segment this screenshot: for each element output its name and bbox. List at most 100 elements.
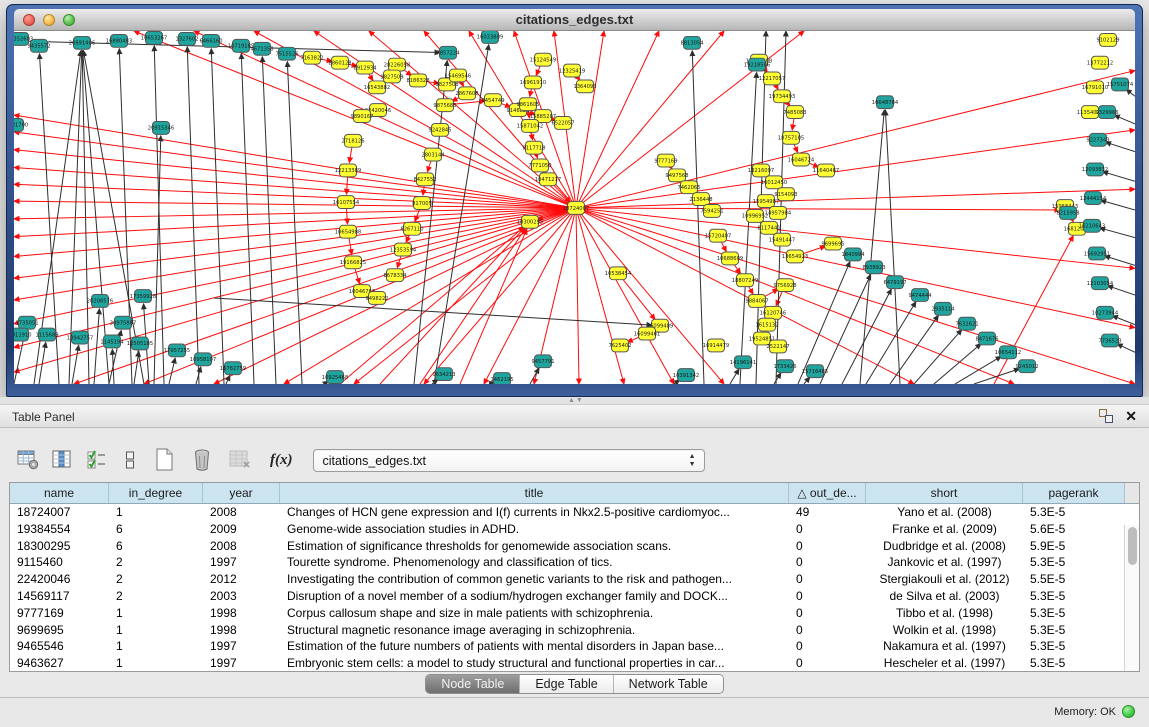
- memory-status-indicator: [1122, 705, 1135, 718]
- table-cell-in_degree: 6: [109, 538, 203, 555]
- table-cell-pagerank: 5.3E-5: [1023, 605, 1125, 622]
- table-cell-pagerank: 5.3E-5: [1023, 638, 1125, 655]
- graph-node-label: 20691406: [69, 41, 95, 47]
- function-builder-icon[interactable]: f(x): [270, 452, 293, 469]
- select-columns-icon[interactable]: [84, 447, 108, 473]
- table-cell-year: 1998: [203, 622, 280, 639]
- tab-node-table[interactable]: Node Table: [426, 675, 519, 693]
- table-row[interactable]: 977716911998Corpus callosum shape and si…: [10, 605, 1139, 622]
- graph-node-label: 9884067: [745, 299, 768, 305]
- memory-status-label: Memory: OK: [1054, 706, 1116, 718]
- column-header-in_degree[interactable]: in_degree: [109, 483, 203, 503]
- table-cell-title: Structural magnetic resonance image aver…: [280, 622, 789, 639]
- graph-node-label: 9497568: [665, 173, 688, 179]
- create-new-table-icon[interactable]: [152, 447, 176, 473]
- table-cell-pagerank: 5.3E-5: [1023, 655, 1125, 671]
- table-panel-header: Table Panel ✕: [0, 404, 1149, 428]
- table-cell-pagerank: 5.6E-5: [1023, 521, 1125, 538]
- divider-grip-icon[interactable]: ▲▼: [568, 398, 582, 403]
- table-cell-name: 22420046: [10, 571, 109, 588]
- column-header-short[interactable]: short: [866, 483, 1023, 503]
- table-cell-short: Tibbo et al. (1998): [866, 605, 1023, 622]
- graph-node-label: 20331700: [14, 123, 28, 129]
- graph-node-label: 20206576: [87, 299, 113, 305]
- table-row[interactable]: 1830029562008Estimation of significance …: [10, 538, 1139, 555]
- table-body: 1872400712008Changes of HCN gene express…: [10, 504, 1139, 671]
- table-cell-title: Estimation of the future numbers of pati…: [280, 638, 789, 655]
- graph-node-label: 18724007: [563, 206, 589, 212]
- delete-table-icon[interactable]: [190, 447, 214, 473]
- table-cell-name: 9777169: [10, 605, 109, 622]
- graph-node-label: 16791010: [1082, 85, 1108, 91]
- table-cell-name: 9699695: [10, 622, 109, 639]
- table-row[interactable]: 1456911722003Disruption of a novel membe…: [10, 588, 1139, 605]
- table-row[interactable]: 1938455462009Genome-wide association stu…: [10, 521, 1139, 538]
- graph-node-label: 8186328: [406, 78, 429, 84]
- table-cell-title: Changes of HCN gene expression and I(f) …: [280, 504, 789, 521]
- graph-node-label: 9242845: [428, 128, 451, 134]
- graph-node-label: 9861605: [516, 102, 539, 108]
- graph-node-label: 9245012: [1015, 364, 1038, 370]
- graph-node-label: 15885207: [530, 114, 556, 120]
- column-header-year[interactable]: year: [203, 483, 280, 503]
- graph-node-label: 15716485: [802, 369, 828, 375]
- graph-node-label: 16107554: [333, 200, 359, 206]
- network-selector[interactable]: citations_edges.txt ▲▼: [313, 449, 705, 472]
- graph-node-label: 7485083: [783, 110, 806, 116]
- graph-node-label: 17359928: [130, 294, 156, 300]
- graph-node-label: 10391342: [673, 373, 699, 379]
- graph-node-label: 9634213: [432, 372, 455, 378]
- graph-node-label: 13654923: [782, 254, 808, 260]
- table-cell-title: Estimation of significance thresholds fo…: [280, 538, 789, 555]
- table-vertical-scrollbar[interactable]: [1124, 525, 1139, 671]
- graph-node-label: 18757105: [778, 136, 804, 142]
- table-row[interactable]: 946362711997Embryonic stem cells: a mode…: [10, 655, 1139, 671]
- node-table: namein_degreeyeartitle△ out_de...shortpa…: [9, 482, 1140, 672]
- panel-resize-divider[interactable]: ▲▼: [0, 397, 1149, 404]
- column-header-pagerank[interactable]: pagerank: [1023, 483, 1125, 503]
- graph-node-label: 10273944: [1092, 311, 1118, 317]
- table-row[interactable]: 1872400712008Changes of HCN gene express…: [10, 504, 1139, 521]
- table-row[interactable]: 969969511998Structural magnetic resonanc…: [10, 622, 1139, 639]
- graph-node-label: 13942757: [67, 335, 93, 341]
- graph-node-label: 7632621: [955, 321, 978, 327]
- row-height-icon[interactable]: [118, 447, 142, 473]
- float-panel-icon[interactable]: [1099, 409, 1113, 423]
- graph-node-label: 16782759: [220, 366, 246, 372]
- column-header-title[interactable]: title: [280, 483, 789, 503]
- close-panel-icon[interactable]: ✕: [1125, 409, 1137, 423]
- graph-node-label: 8117441: [757, 226, 780, 232]
- graph-node-label: 9474444: [908, 293, 931, 299]
- graph-node-label: 1115689: [35, 332, 58, 338]
- show-hide-columns-icon[interactable]: [50, 447, 74, 473]
- graph-node-label: 8938923: [862, 265, 885, 271]
- scrollbar-thumb[interactable]: [1128, 527, 1137, 565]
- graph-node-label: 15124549: [530, 57, 556, 63]
- table-row[interactable]: 2242004622012Investigating the contribut…: [10, 571, 1139, 588]
- table-row[interactable]: 911546021997Tourette syndrome. Phenomeno…: [10, 554, 1139, 571]
- graph-node-label: 12093832: [1082, 167, 1108, 173]
- graph-node-label: 16012450: [761, 180, 787, 186]
- graph-node-label: 19734493: [769, 94, 795, 100]
- column-header-out_de[interactable]: △ out_de...: [789, 483, 866, 503]
- graph-node-label: 9329966: [1095, 110, 1118, 116]
- graph-node-label: 7163822: [300, 55, 323, 61]
- tab-network-table[interactable]: Network Table: [613, 675, 723, 693]
- network-graph-canvas[interactable]: 1872400718300295716382288601288912934282…: [14, 31, 1135, 384]
- graph-node-label: 9227343: [1086, 138, 1109, 144]
- graph-node-label: 9777169: [654, 158, 677, 164]
- table-settings-icon[interactable]: [16, 447, 40, 473]
- graph-node-label: 18300295: [517, 220, 543, 226]
- status-bar: Memory: OK: [0, 697, 1149, 727]
- graph-node-label: 30975887: [110, 320, 136, 326]
- graph-node-label: 16961910: [520, 80, 546, 86]
- citation-network-graph[interactable]: 1872400718300295716382288601288912934282…: [14, 31, 1135, 384]
- graph-node-label: 15720407: [705, 233, 731, 239]
- table-tabs-bar: Node Table Edge Table Network Table: [0, 674, 1149, 697]
- table-cell-title: Genome-wide association studies in ADHD.: [280, 521, 789, 538]
- graph-node-label: 7771050: [528, 163, 551, 169]
- table-row[interactable]: 946554611997Estimation of the future num…: [10, 638, 1139, 655]
- tab-edge-table[interactable]: Edge Table: [519, 675, 612, 693]
- column-header-name[interactable]: name: [10, 483, 109, 503]
- network-window-titlebar[interactable]: citations_edges.txt: [14, 9, 1135, 31]
